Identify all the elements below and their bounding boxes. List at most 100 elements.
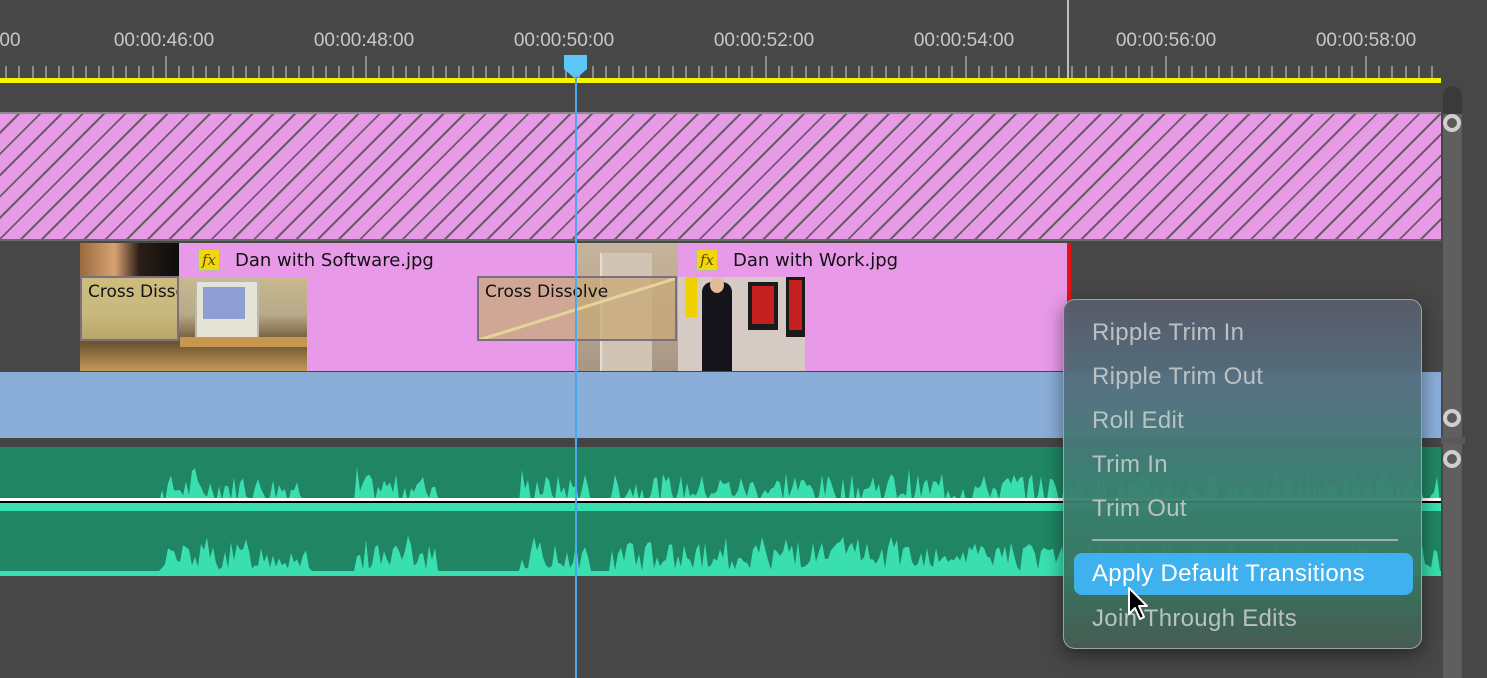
ruler-minor-tick (845, 66, 847, 78)
ruler-minor-tick (218, 66, 220, 78)
scroll-handle-bottom[interactable] (1443, 409, 1461, 427)
ruler-major-tick (1365, 56, 1367, 78)
ruler-minor-tick (925, 66, 927, 78)
ruler-minor-tick (418, 66, 420, 78)
ruler-label: 00:00:46:00 (113, 30, 215, 51)
ruler-minor-tick (978, 66, 980, 78)
cross-dissolve-transition[interactable]: Cross Dissolve (477, 276, 677, 341)
ruler-minor-tick (858, 66, 860, 78)
ruler-minor-tick (512, 66, 514, 78)
ruler-minor-tick (112, 66, 114, 78)
ruler-major-tick (965, 56, 967, 78)
scrollbar-divider (1441, 437, 1465, 444)
ruler-minor-tick (32, 66, 34, 78)
ruler-minor-tick (738, 66, 740, 78)
ruler-minor-tick (458, 66, 460, 78)
ruler-minor-tick (178, 66, 180, 78)
ruler-minor-tick (698, 66, 700, 78)
ruler-minor-tick (285, 66, 287, 78)
ruler-major-tick (165, 56, 167, 78)
ruler-minor-tick (885, 66, 887, 78)
ruler-minor-tick (1325, 66, 1327, 78)
ruler-minor-tick (538, 66, 540, 78)
ruler-minor-tick (378, 66, 380, 78)
ruler-minor-tick (152, 66, 154, 78)
ruler-minor-tick (312, 66, 314, 78)
ruler-minor-tick (672, 66, 674, 78)
ruler-minor-tick (1205, 66, 1207, 78)
ruler-minor-tick (1031, 66, 1033, 78)
ruler-minor-tick (525, 66, 527, 78)
time-ruler[interactable]: 00 00:00:46:00 00:00:48:00 00:00:50:00 0… (0, 0, 1441, 82)
ruler-minor-tick (1418, 66, 1420, 78)
ruler-minor-tick (1258, 66, 1260, 78)
menu-item-apply-default-transitions[interactable]: Apply Default Transitions (1074, 553, 1413, 595)
ruler-minor-tick (1005, 66, 1007, 78)
ruler-minor-tick (632, 66, 634, 78)
ruler-minor-tick (138, 66, 140, 78)
ruler-minor-tick (1218, 66, 1220, 78)
ruler-label: 00:00:48:00 (313, 30, 415, 51)
ruler-minor-tick (338, 66, 340, 78)
menu-item-join-through-edits[interactable]: Join Through Edits (1074, 598, 1413, 640)
ruler-minor-tick (1058, 66, 1060, 78)
ruler-label: 00:00:52:00 (713, 30, 815, 51)
ruler-minor-tick (245, 66, 247, 78)
vertical-scrollbar[interactable] (1443, 86, 1462, 678)
ruler-minor-tick (751, 66, 753, 78)
menu-item-trim-out[interactable]: Trim Out (1074, 488, 1413, 530)
ruler-minor-tick (1178, 66, 1180, 78)
scroll-handle-top[interactable] (1443, 114, 1461, 132)
ruler-minor-tick (725, 66, 727, 78)
ruler-minor-tick (618, 66, 620, 78)
ruler-minor-tick (791, 66, 793, 78)
ruler-minor-tick (485, 66, 487, 78)
menu-item-ripple-trim-in[interactable]: Ripple Trim In (1074, 312, 1413, 354)
scroll-handle-audio[interactable] (1443, 450, 1461, 468)
ruler-minor-tick (1085, 66, 1087, 78)
ruler-minor-tick (805, 66, 807, 78)
clip-name: Dan with Work.jpg (733, 250, 899, 271)
ruler-minor-tick (1298, 66, 1300, 78)
ruler-minor-tick (1405, 66, 1407, 78)
ruler-minor-tick (685, 66, 687, 78)
ruler-minor-tick (658, 66, 660, 78)
ruler-minor-tick (272, 66, 274, 78)
ruler-minor-tick (1071, 66, 1073, 78)
ruler-minor-tick (1111, 66, 1113, 78)
ruler-minor-tick (1351, 66, 1353, 78)
ruler-minor-tick (325, 66, 327, 78)
ruler-minor-tick (498, 66, 500, 78)
ruler-minor-tick (711, 66, 713, 78)
ruler-minor-tick (405, 66, 407, 78)
ruler-label: 00:00:58:00 (1315, 30, 1417, 51)
ruler-minor-tick (605, 66, 607, 78)
playhead-line[interactable] (575, 76, 577, 678)
ruler-minor-tick (645, 66, 647, 78)
menu-item-trim-in[interactable]: Trim In (1074, 444, 1413, 486)
ruler-minor-tick (472, 66, 474, 78)
ruler-minor-tick (18, 66, 20, 78)
clip-name: Dan with Software.jpg (235, 250, 434, 271)
work-area-bar[interactable] (0, 78, 1441, 83)
ruler-minor-tick (1285, 66, 1287, 78)
context-menu: Ripple Trim In Ripple Trim Out Roll Edit… (1063, 299, 1422, 649)
ruler-minor-tick (871, 66, 873, 78)
ruler-minor-tick (818, 66, 820, 78)
ruler-minor-tick (98, 66, 100, 78)
ruler-minor-tick (1311, 66, 1313, 78)
empty-track-hatched[interactable] (0, 112, 1441, 241)
ruler-minor-tick (951, 66, 953, 78)
scrollbar-cap (1443, 86, 1462, 114)
menu-item-roll-edit[interactable]: Roll Edit (1074, 400, 1413, 442)
ruler-minor-tick (1391, 66, 1393, 78)
ruler-minor-tick (125, 66, 127, 78)
cross-dissolve-transition[interactable]: Cross Disso (80, 276, 179, 341)
ruler-label: 00:00:50:00 (513, 30, 615, 51)
menu-item-ripple-trim-out[interactable]: Ripple Trim Out (1074, 356, 1413, 398)
ruler-minor-tick (991, 66, 993, 78)
fx-icon: fx (696, 249, 718, 271)
ruler-minor-tick (1338, 66, 1340, 78)
ruler-minor-tick (898, 66, 900, 78)
ruler-minor-tick (432, 66, 434, 78)
